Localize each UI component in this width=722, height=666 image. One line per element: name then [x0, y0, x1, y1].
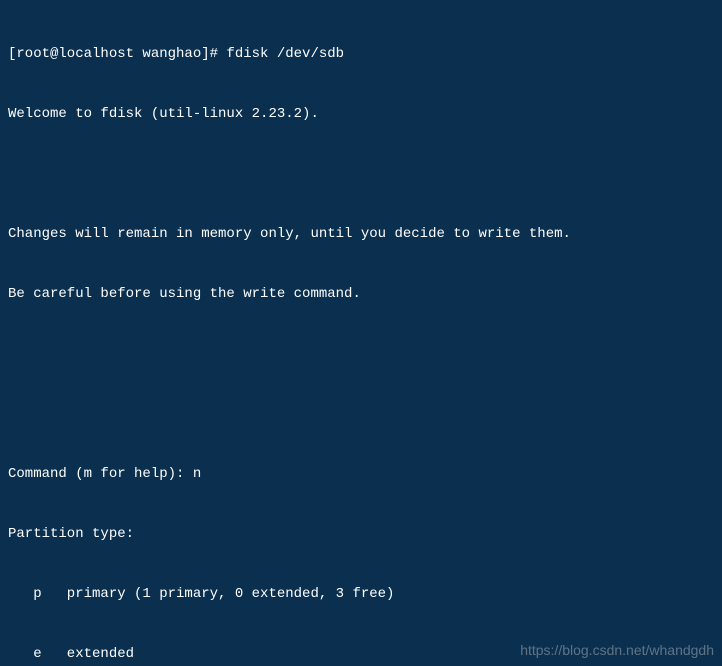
prompt-line: Command (m for help): n: [8, 464, 714, 484]
output-line: Changes will remain in memory only, unti…: [8, 224, 714, 244]
output-line: Partition type:: [8, 524, 714, 544]
output-line: Be careful before using the write comman…: [8, 284, 714, 304]
terminal-output[interactable]: [root@localhost wanghao]# fdisk /dev/sdb…: [0, 0, 722, 666]
output-line: Welcome to fdisk (util-linux 2.23.2).: [8, 104, 714, 124]
output-line: p primary (1 primary, 0 extended, 3 free…: [8, 584, 714, 604]
output-line: [8, 164, 714, 184]
output-line: [8, 404, 714, 424]
command-line: [root@localhost wanghao]# fdisk /dev/sdb: [8, 44, 714, 64]
output-line: e extended: [8, 644, 714, 664]
output-line: [8, 344, 714, 364]
